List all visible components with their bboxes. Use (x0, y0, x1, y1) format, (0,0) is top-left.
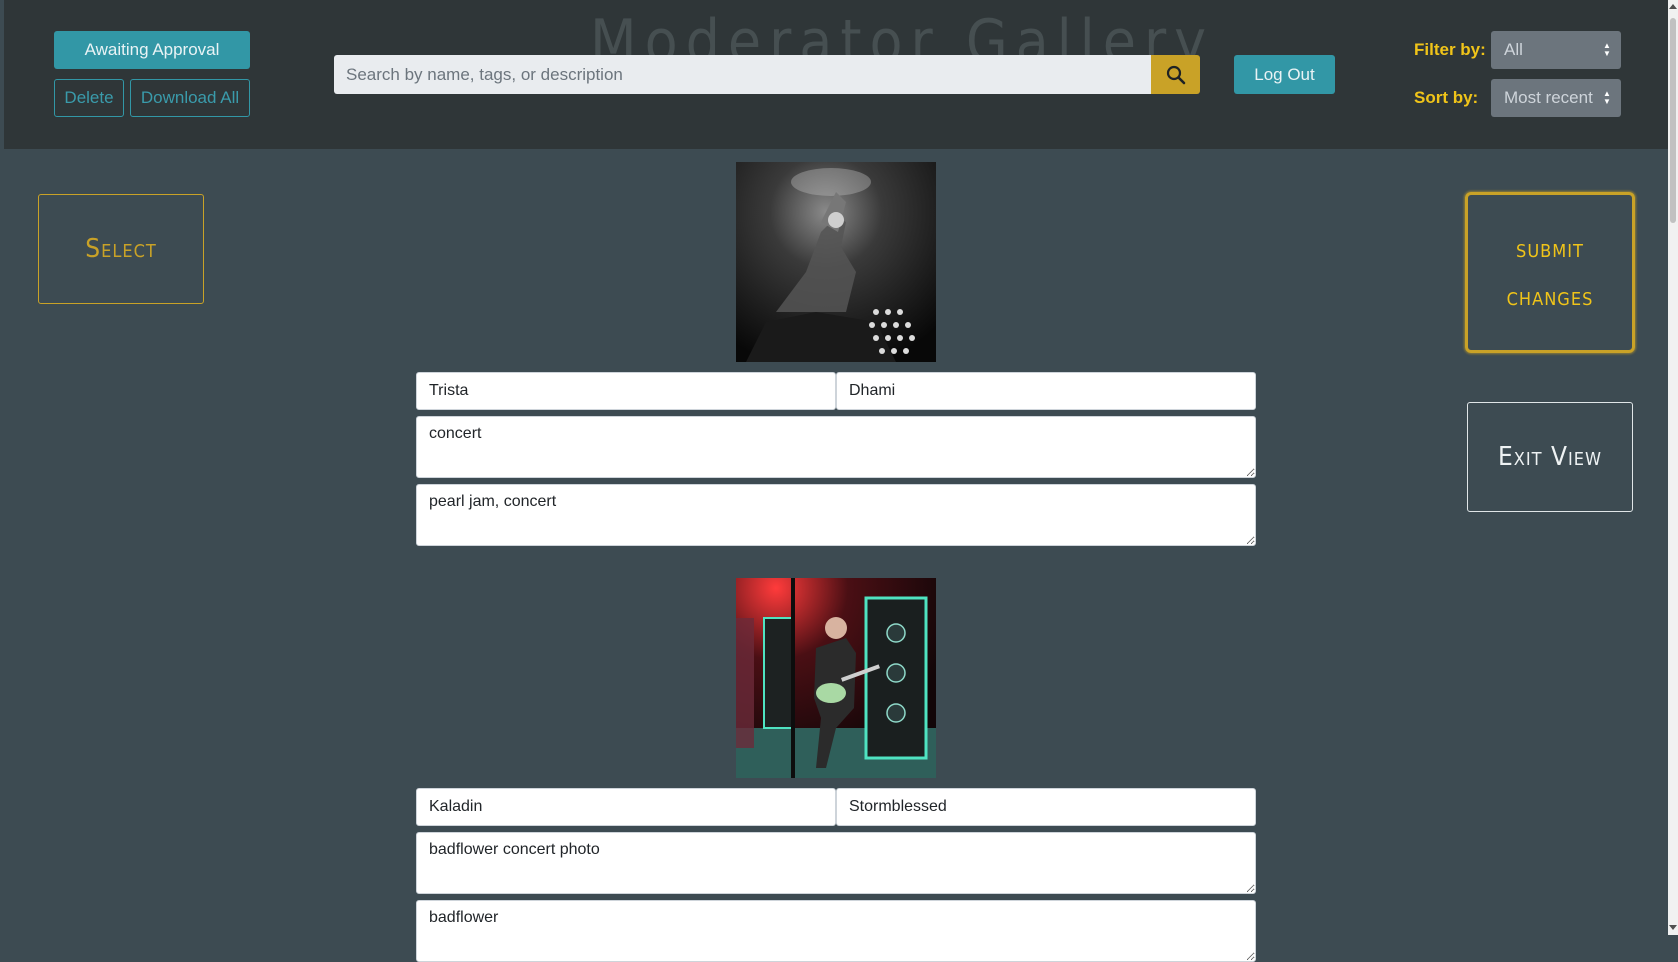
tags-field[interactable]: pearl jam, concert (416, 484, 1256, 546)
top-bar: Moderator Gallery Awaiting Approval Dele… (4, 0, 1668, 149)
concert-photo-bw (736, 162, 936, 362)
gallery-image[interactable] (736, 578, 936, 778)
last-name-field[interactable] (836, 788, 1256, 826)
exit-view-button[interactable]: Exit View (1467, 402, 1633, 512)
first-name-field[interactable] (416, 372, 836, 410)
awaiting-approval-button[interactable]: Awaiting Approval (54, 31, 250, 69)
scroll-up-icon[interactable] (1669, 4, 1677, 9)
last-name-field[interactable] (836, 372, 1256, 410)
tags-field[interactable]: badflower (416, 900, 1256, 962)
submit-label-line1: submit (1516, 233, 1584, 263)
exit-view-label: Exit View (1498, 442, 1602, 472)
log-out-button[interactable]: Log Out (1234, 55, 1335, 94)
description-field[interactable]: concert (416, 416, 1256, 478)
search-input[interactable] (334, 55, 1151, 94)
description-field[interactable]: badflower concert photo (416, 832, 1256, 894)
sort-select[interactable]: Most recent ▲ ▼ (1491, 79, 1621, 117)
page-scrollbar[interactable] (1668, 0, 1678, 935)
concert-photo-color (736, 578, 936, 778)
sort-label: Sort by: (1414, 88, 1479, 107)
search-bar (334, 55, 1200, 94)
filter-select[interactable]: All ▲ ▼ (1491, 31, 1621, 69)
scroll-down-icon[interactable] (1669, 925, 1677, 930)
submit-changes-button[interactable]: submit changes (1465, 192, 1635, 353)
select-button[interactable]: Select (38, 194, 204, 304)
sort-value: Most recent (1504, 88, 1593, 107)
gallery-image[interactable] (736, 162, 936, 362)
scroll-thumb[interactable] (1670, 18, 1676, 223)
first-name-field[interactable] (416, 788, 836, 826)
delete-button[interactable]: Delete (54, 79, 124, 117)
search-icon (1166, 65, 1185, 84)
select-arrows-icon: ▲ ▼ (1603, 41, 1611, 58)
select-arrows-icon: ▲ ▼ (1603, 89, 1611, 106)
search-button[interactable] (1151, 55, 1200, 94)
submit-label-line2: changes (1506, 281, 1594, 311)
filter-value: All (1504, 40, 1523, 59)
download-all-button[interactable]: Download All (130, 79, 250, 117)
select-label: Select (85, 234, 157, 264)
filter-label: Filter by: (1414, 40, 1486, 59)
